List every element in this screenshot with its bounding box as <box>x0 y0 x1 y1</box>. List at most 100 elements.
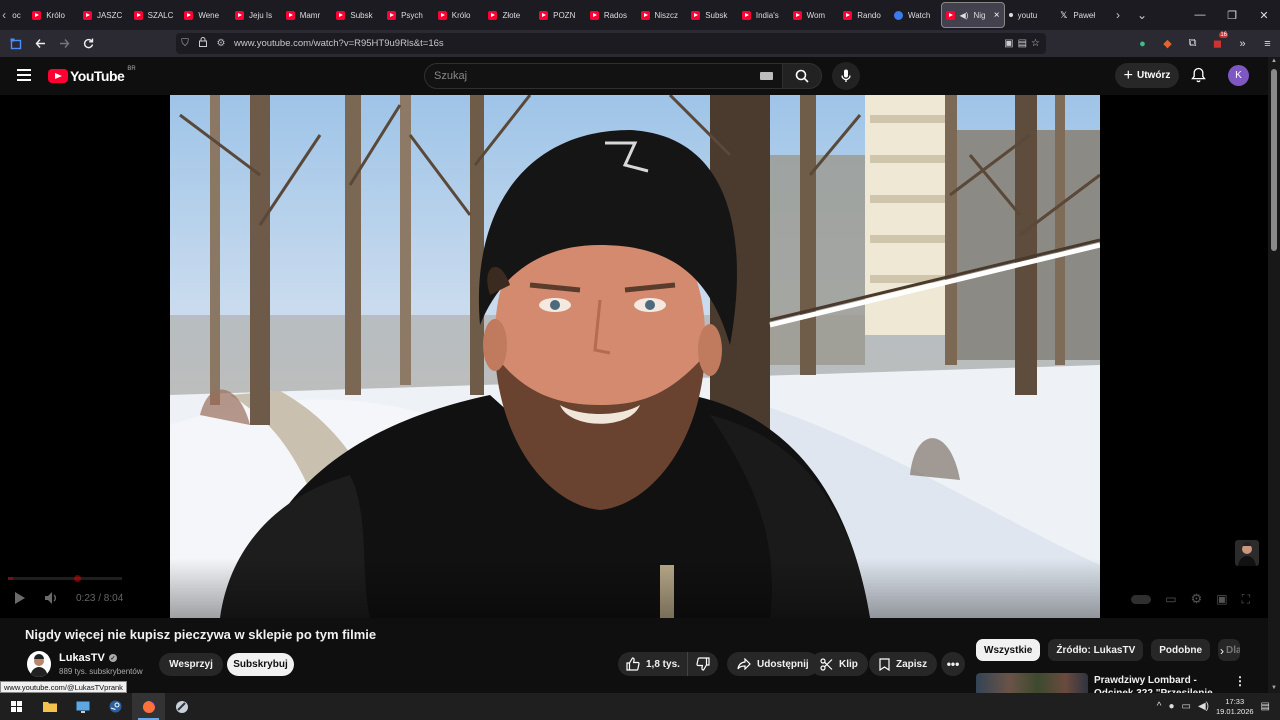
browser-tab[interactable]: Królo <box>434 2 485 28</box>
create-button[interactable]: + Utwórz <box>1115 63 1179 88</box>
channel-watermark[interactable] <box>1235 540 1259 566</box>
url-bar[interactable]: ⛉ ⚙ www.youtube.com/watch?v=R95HT9u9Rls&… <box>176 33 1046 54</box>
tab-close-icon[interactable]: × <box>994 10 1000 21</box>
firefox-icon[interactable] <box>132 693 165 720</box>
bookmark-star-icon[interactable]: ☆ <box>1031 38 1040 49</box>
browser-tab[interactable]: Wom <box>789 2 840 28</box>
tab-scroll-right-button[interactable]: › <box>1106 8 1130 22</box>
permissions-icon[interactable]: ⚙ <box>212 38 230 49</box>
channel-name[interactable]: LukasTV <box>59 652 105 664</box>
fullscreen-icon[interactable]: ⛶ <box>1242 592 1250 607</box>
seek-bar-scrubber[interactable] <box>74 575 81 582</box>
restore-window-button[interactable]: ❐ <box>1216 9 1248 22</box>
channel-name-link[interactable]: LukasTV ✓ <box>59 652 117 664</box>
browser-tab-active[interactable]: ◀) Nig × <box>940 2 1005 28</box>
recommendation-menu-icon[interactable]: ⋮ <box>1234 674 1246 688</box>
browser-tab[interactable]: Psych <box>383 2 434 28</box>
notifications-icon[interactable]: ▤ <box>1261 701 1270 712</box>
app-menu-icon[interactable]: ≡ <box>1255 38 1280 50</box>
url-text[interactable]: www.youtube.com/watch?v=R95HT9u9Rls&t=16… <box>234 38 444 49</box>
picture-in-picture-icon[interactable]: ▣ <box>1004 38 1013 49</box>
browser-tab[interactable]: Watch <box>890 2 941 28</box>
tracking-shield-icon[interactable]: ⛉ <box>176 38 194 49</box>
browser-tab[interactable]: oc <box>8 2 28 28</box>
browser-tab[interactable]: Mamr <box>282 2 333 28</box>
share-button[interactable]: Udostępnij <box>727 652 819 676</box>
notifications-bell-icon[interactable] <box>1191 67 1206 88</box>
browser-tab[interactable]: SZALC <box>130 2 181 28</box>
seek-bar[interactable] <box>8 575 122 582</box>
browser-tab[interactable]: JASZC <box>79 2 130 28</box>
browser-tab[interactable]: Królo <box>28 2 79 28</box>
chevron-right-icon[interactable]: › <box>1220 644 1224 658</box>
steam-icon[interactable] <box>99 693 132 720</box>
filter-chip[interactable]: Wszystkie <box>976 639 1041 661</box>
network-icon[interactable]: ▭ <box>1182 701 1191 712</box>
subscribe-button[interactable]: Subskrybuj <box>227 653 294 676</box>
browser-tab[interactable]: Subsk <box>687 2 738 28</box>
search-button[interactable] <box>782 63 822 89</box>
extensions-puzzle-icon[interactable]: ⧉ <box>1180 37 1205 50</box>
tool-app-icon[interactable] <box>165 693 198 720</box>
keyboard-icon[interactable] <box>760 72 773 80</box>
list-all-tabs-button[interactable]: ⌄ <box>1130 8 1154 22</box>
scroll-up-arrow-icon[interactable]: ▲ <box>1268 58 1280 64</box>
reload-button[interactable] <box>76 32 100 56</box>
browser-tab[interactable]: Rando <box>839 2 890 28</box>
browser-tab[interactable]: Rados <box>586 2 637 28</box>
clip-button[interactable]: Klip <box>810 652 868 676</box>
browser-tab[interactable]: youtu <box>1005 2 1056 28</box>
recommendation-title[interactable]: Prawdziwy Lombard - Odcinek 322 "Przesil… <box>1094 674 1224 693</box>
browser-tab[interactable]: Jeju Is <box>231 2 282 28</box>
browser-tab[interactable]: Złote <box>484 2 535 28</box>
video-frame[interactable] <box>170 95 1100 618</box>
browser-tab[interactable]: India's <box>738 2 789 28</box>
browser-tab[interactable]: POZN <box>535 2 586 28</box>
speaker-icon[interactable]: ◀) <box>1198 701 1209 712</box>
more-actions-button[interactable]: ••• <box>941 652 965 676</box>
dislike-button[interactable] <box>688 657 718 671</box>
page-scrollbar[interactable]: ▲ ▼ <box>1268 57 1280 693</box>
guide-menu-icon[interactable] <box>17 69 31 81</box>
filter-chip[interactable]: Źródło: LukasTV <box>1048 639 1144 661</box>
settings-gear-icon[interactable]: ⚙ <box>1191 591 1203 607</box>
browser-tab[interactable]: Subsk <box>332 2 383 28</box>
browser-tab[interactable]: 𝕏 Paweł <box>1055 2 1106 28</box>
scroll-down-arrow-icon[interactable]: ▼ <box>1268 685 1280 691</box>
subtitles-icon[interactable]: ▭ <box>1165 592 1176 606</box>
file-explorer-icon[interactable] <box>33 693 66 720</box>
back-button[interactable] <box>28 32 52 56</box>
monitor-app-icon[interactable] <box>66 693 99 720</box>
microphone-tray-icon[interactable]: ● <box>1168 701 1174 712</box>
voice-search-button[interactable] <box>832 62 860 90</box>
channel-avatar[interactable] <box>27 651 51 677</box>
save-button[interactable]: Zapisz <box>869 652 938 676</box>
ublock-extension-icon[interactable]: ◼ 16 <box>1205 32 1230 50</box>
speaker-playing-icon[interactable]: ◀) <box>960 11 969 20</box>
windows-start-icon[interactable] <box>0 693 33 720</box>
support-button[interactable]: Wesprzyj <box>159 653 223 676</box>
autoplay-toggle-icon[interactable] <box>1131 594 1152 604</box>
fox-extension-icon[interactable]: ◆ <box>1155 37 1180 50</box>
filter-chip[interactable]: Podobne <box>1151 639 1211 661</box>
reader-view-icon[interactable]: ▤ <box>1018 38 1027 49</box>
volume-icon[interactable] <box>44 591 58 605</box>
account-avatar[interactable]: K <box>1228 65 1249 86</box>
forward-button[interactable] <box>52 32 76 56</box>
clock[interactable]: 17:33 19.01.2026 <box>1216 697 1254 717</box>
browser-tab[interactable]: Wene <box>180 2 231 28</box>
scrollbar-thumb[interactable] <box>1271 69 1277 251</box>
play-icon[interactable] <box>14 591 26 605</box>
miniplayer-icon[interactable]: ▣ <box>1216 592 1227 606</box>
youtube-logo[interactable]: YouTube BR <box>48 66 136 84</box>
close-window-button[interactable]: ✕ <box>1248 9 1280 22</box>
search-input[interactable] <box>425 70 745 82</box>
lock-icon[interactable] <box>194 37 212 50</box>
video-player[interactable]: 0:23 / 8:04 ▭ ⚙ ▣ ⛶ <box>0 95 1268 618</box>
tab-scroll-left-button[interactable]: ‹ <box>0 0 8 30</box>
vpn-extension-icon[interactable]: ● <box>1130 38 1155 50</box>
browser-tab[interactable]: Niszcz <box>637 2 688 28</box>
overflow-menu-icon[interactable]: » <box>1230 38 1255 50</box>
minimize-window-button[interactable]: — <box>1184 9 1216 21</box>
tab-groups-icon[interactable] <box>4 32 28 56</box>
